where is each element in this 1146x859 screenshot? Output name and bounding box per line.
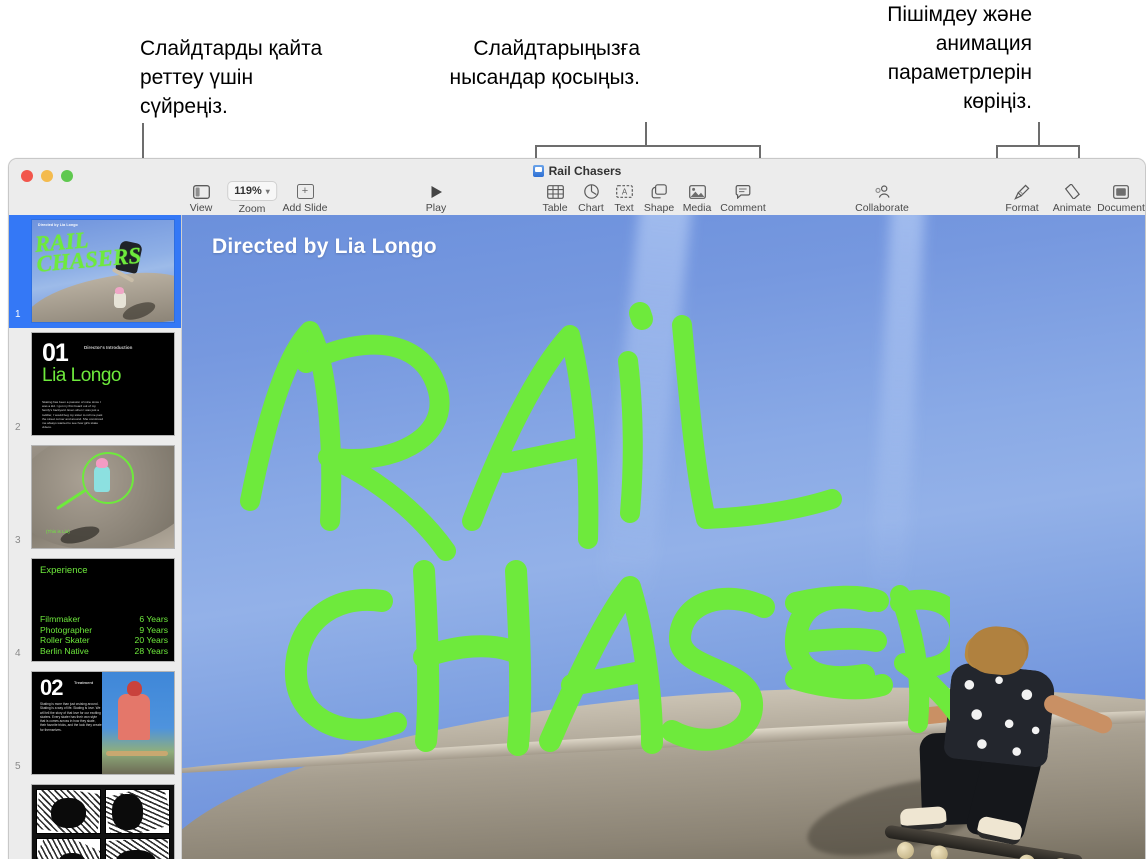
slide-thumbnail-6[interactable]: 6	[9, 780, 181, 859]
thumb-5-paragraph: Skating is more than just cruising aroun…	[40, 702, 102, 732]
toolbar-collaborate-label: Collaborate	[855, 202, 909, 214]
slide-thumbnail-3-content: (This is Lia)	[31, 445, 175, 549]
toolbar-play-label: Play	[425, 202, 447, 214]
sky-light-beam	[870, 215, 928, 602]
thumb-4-role-3: Berlin Native	[40, 645, 89, 656]
paintbrush-icon	[1014, 183, 1030, 200]
zoom-popup-button[interactable]: 119% ▾	[227, 181, 277, 201]
slide-thumbnail-2-content: 01 Director's Introduction Lia Longo Ska…	[31, 332, 175, 436]
slide-thumbnail-6-content	[31, 784, 175, 859]
slide-thumbnail-3[interactable]: 3 (This is Lia)	[9, 441, 181, 554]
thumb-4-years-2: 20 Years	[134, 635, 168, 645]
toolbar-zoom-label: Zoom	[238, 203, 266, 215]
slide-thumbnail-4-content: Experience Filmmaker 6 Years Photographer…	[31, 558, 175, 662]
slide-canvas[interactable]: Directed by Lia Longo	[182, 215, 1145, 859]
storyboard-panel	[36, 838, 101, 859]
toolbar-zoom-control[interactable]: 119% ▾ Zoom	[222, 181, 282, 215]
document-title-text: Rail Chasers	[548, 164, 622, 178]
slide-navigator[interactable]: 1 Directed by Lia Longo RAIL CHASERS 2 0…	[9, 215, 182, 859]
slide-thumbnail-5[interactable]: 5 02 Treatment Skating is more than just…	[9, 667, 181, 780]
play-triangle-icon	[430, 183, 443, 200]
window-body: 1 Directed by Lia Longo RAIL CHASERS 2 0…	[9, 215, 1145, 859]
slide-number-4: 4	[15, 648, 21, 659]
storyboard-panel	[105, 789, 170, 834]
table-row: Berlin Native 28 Years	[40, 646, 168, 657]
toolbar-document-label: Document	[1097, 202, 1145, 214]
toolbar-add-slide-label: Add Slide	[282, 202, 328, 214]
callout-reorder-slides: Слайдтарды қайта реттеу үшін сүйреңіз.	[140, 37, 323, 118]
thumb-1-caption: Directed by Lia Longo	[38, 223, 78, 227]
thumb-2-name: Lia Longo	[42, 365, 121, 386]
toolbar-view-button[interactable]: View	[174, 183, 228, 214]
thumb-4-heading: Experience	[40, 565, 88, 576]
toolbar-animate-button[interactable]: Animate	[1045, 183, 1099, 214]
slide-thumbnail-5-content: 02 Treatment Skating is more than just c…	[31, 671, 175, 775]
table-row: Photographer 9 Years	[40, 625, 168, 636]
table-row: Roller Skater 20 Years	[40, 635, 168, 646]
table-row: Filmmaker 6 Years	[40, 614, 168, 625]
slide-thumbnail-1-content: Directed by Lia Longo RAIL CHASERS	[31, 219, 175, 323]
toolbar-document-button[interactable]: Document	[1094, 183, 1145, 214]
table-grid-icon	[546, 183, 564, 200]
sidebar-icon	[192, 183, 210, 200]
thumb-5-number-label: 02	[40, 675, 64, 700]
thumb-4-years-3: 28 Years	[134, 645, 168, 656]
diamond-icon	[1064, 183, 1081, 200]
thumb-1-graffiti: RAIL CHASERS	[33, 227, 143, 277]
toolbar-text-label: Text	[614, 202, 634, 214]
thumb-4-years-0: 6 Years	[139, 614, 168, 624]
thumb-2-number-label: 01	[42, 339, 69, 367]
slide-number-3: 3	[15, 535, 21, 546]
document-title-bar: Rail Chasers	[9, 164, 1145, 178]
slide-number-2: 2	[15, 422, 21, 433]
toolbar-view-label: View	[189, 202, 213, 214]
keynote-window: Rail Chasers View 119% ▾ Zoom + Add Slid…	[8, 158, 1146, 859]
document-panel-icon	[1113, 183, 1129, 200]
toolbar-play-button[interactable]: Play	[409, 183, 463, 214]
toolbar-add-slide-button[interactable]: + Add Slide	[278, 183, 332, 214]
toolbar-comment-button[interactable]: Comment	[716, 183, 770, 214]
thumb-4-role-0: Filmmaker	[40, 614, 81, 624]
zoom-value: 119%	[234, 185, 262, 197]
toolbar-format-label: Format	[1005, 202, 1039, 214]
speech-bubble-icon	[735, 183, 751, 200]
slide-thumbnail-2[interactable]: 2 01 Director's Introduction Lia Longo S…	[9, 328, 181, 441]
person-badge-icon	[874, 183, 891, 200]
slide-number-1: 1	[15, 309, 21, 320]
thumb-4-role-2: Roller Skater	[40, 635, 90, 645]
toolbar-comment-label: Comment	[720, 202, 766, 214]
toolbar-animate-label: Animate	[1052, 202, 1092, 214]
shapes-icon	[651, 183, 667, 200]
callout-format-animate: Пішімдеу және анимация параметрлерін көр…	[887, 3, 1032, 113]
chevron-down-icon: ▾	[265, 186, 270, 196]
slide-caption: Directed by Lia Longo	[212, 235, 437, 258]
toolbar-format-button[interactable]: Format	[995, 183, 1049, 214]
plus-square-icon: +	[296, 183, 314, 200]
thumb-5-kicker: Treatment	[74, 680, 94, 685]
svg-text:A: A	[621, 188, 627, 197]
photo-icon	[688, 183, 706, 200]
thumb-4-experience-table: Filmmaker 6 Years Photographer 9 Years Rol…	[40, 614, 168, 656]
thumb-2-paragraph: Skating has been a passion of mine since…	[42, 400, 104, 430]
storyboard-panel	[36, 789, 101, 834]
thumb-4-years-1: 9 Years	[139, 624, 168, 635]
toolbar: Rail Chasers View 119% ▾ Zoom + Add Slid…	[9, 159, 1145, 215]
callout-add-objects: Слайдтарыңызға нысандар қосыңыз.	[449, 37, 640, 89]
thumb-4-role-1: Photographer	[40, 624, 93, 635]
sky-light-beam	[598, 215, 698, 603]
skateboarder-figure	[883, 610, 1125, 859]
storyboard-panel	[105, 838, 170, 859]
slide-thumbnail-1[interactable]: 1 Directed by Lia Longo RAIL CHASERS	[9, 215, 181, 328]
keynote-document-icon	[532, 165, 544, 177]
screenshot-root: Слайдтарды қайта реттеу үшін сүйреңіз. С…	[0, 0, 1146, 859]
thumb-2-kicker: Director's Introduction	[84, 345, 133, 350]
slide-thumbnail-4[interactable]: 4 Experience Filmmaker 6 Years Photograph…	[9, 554, 181, 667]
toolbar-collaborate-button[interactable]: Collaborate	[842, 183, 922, 214]
slide-number-5: 5	[15, 761, 21, 772]
toolbar-media-label: Media	[682, 202, 712, 214]
text-box-icon: A	[615, 183, 633, 200]
thumb-3-annotation: (This is Lia)	[46, 529, 70, 534]
